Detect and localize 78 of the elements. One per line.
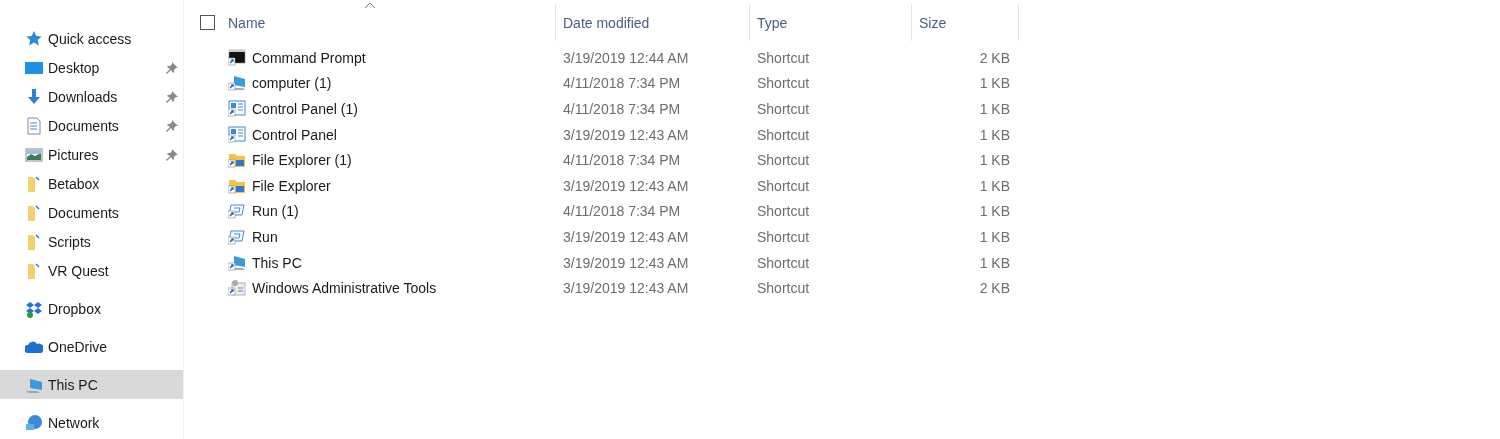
nav-item[interactable]: Pictures xyxy=(0,140,183,169)
type-cell-text: Shortcut xyxy=(756,125,811,145)
console-icon xyxy=(228,48,246,67)
date-cell-text: 3/19/2019 12:43 AM xyxy=(562,176,690,196)
computer-icon xyxy=(228,74,246,93)
pin-icon[interactable] xyxy=(166,90,178,103)
size-cell-text: 1 KB xyxy=(978,202,1011,222)
control-panel-icon xyxy=(228,100,246,118)
file-name[interactable]: Run (1) xyxy=(252,203,299,220)
type-cell-text: Shortcut xyxy=(756,253,811,273)
column-header[interactable]: Date modified xyxy=(555,4,749,41)
type-cell-text: Shortcut xyxy=(756,227,811,247)
computer-icon xyxy=(228,253,246,272)
date-cell-text: 3/19/2019 12:43 AM xyxy=(562,125,690,145)
document-icon xyxy=(25,116,43,135)
date-cell-text: 3/19/2019 12:44 AM xyxy=(562,48,690,68)
download-icon xyxy=(25,87,43,106)
nav-item[interactable]: Documents xyxy=(0,111,183,140)
file-name[interactable]: This PC xyxy=(252,254,302,271)
file-name[interactable]: Control Panel (1) xyxy=(252,101,358,117)
tools-icon xyxy=(228,279,246,298)
type-cell-text: Shortcut xyxy=(756,202,811,222)
file-name[interactable]: computer (1) xyxy=(252,75,332,92)
nav-item[interactable]: Desktop xyxy=(0,53,183,82)
nav-item[interactable]: This PC xyxy=(0,370,183,399)
size-cell-text: 1 KB xyxy=(978,151,1011,171)
nav-item[interactable]: Betabox xyxy=(0,169,183,198)
size-cell-text: 1 KB xyxy=(978,227,1011,247)
folder-icon xyxy=(228,151,246,170)
type-cell-text: Shortcut xyxy=(756,279,811,299)
size-cell-text: 1 KB xyxy=(978,176,1011,196)
size-cell-text: 1 KB xyxy=(978,74,1011,94)
date-cell-text: 3/19/2019 12:43 AM xyxy=(562,279,690,299)
pin-icon[interactable] xyxy=(166,61,178,74)
type-cell-text: Shortcut xyxy=(756,100,811,119)
date-cell-text: 4/11/2018 7:34 PM xyxy=(562,202,682,222)
file-name[interactable]: Control Panel xyxy=(252,126,337,143)
nav-item[interactable]: Quick access xyxy=(0,24,183,53)
nav-item[interactable]: VR Quest xyxy=(0,256,183,285)
dropbox-icon xyxy=(25,299,43,318)
nav-item[interactable]: Downloads xyxy=(0,82,183,111)
network-icon xyxy=(25,413,43,432)
column-header[interactable]: Size xyxy=(911,4,1019,41)
nav-item[interactable]: Documents xyxy=(0,198,183,227)
size-cell-text: 1 KB xyxy=(978,125,1011,145)
file-name[interactable]: Windows Administrative Tools xyxy=(252,280,437,297)
type-cell-text: Shortcut xyxy=(756,48,811,68)
pin-icon[interactable] xyxy=(166,119,178,132)
size-cell-text: 1 KB xyxy=(978,253,1011,273)
column-header[interactable]: Type xyxy=(749,4,911,41)
control-panel-icon xyxy=(228,125,246,144)
file-name[interactable]: File Explorer (1) xyxy=(252,152,352,169)
nav-item[interactable]: OneDrive xyxy=(0,332,183,361)
nav-item[interactable]: Dropbox xyxy=(0,294,183,323)
pin-icon[interactable] xyxy=(166,148,178,161)
type-cell-text: Shortcut xyxy=(756,151,811,171)
date-cell-text: 4/11/2018 7:34 PM xyxy=(562,151,682,171)
type-cell-text: Shortcut xyxy=(756,176,811,196)
file-name[interactable]: Run xyxy=(252,228,278,245)
run-icon xyxy=(228,202,246,221)
type-cell-text: Shortcut xyxy=(756,74,811,94)
size-cell-text: 1 KB xyxy=(978,100,1011,119)
date-cell-text: 4/11/2018 7:34 PM xyxy=(562,100,682,119)
picture-icon xyxy=(25,145,43,164)
size-cell-text: 2 KB xyxy=(978,279,1011,299)
size-cell-text: 2 KB xyxy=(978,48,1011,68)
star-icon xyxy=(25,29,43,48)
nav-item[interactable]: Network xyxy=(0,408,183,437)
nav-item[interactable]: Scripts xyxy=(0,227,183,256)
file-name[interactable]: File Explorer xyxy=(252,177,331,194)
sort-icon[interactable] xyxy=(364,2,376,9)
date-cell-text: 4/11/2018 7:34 PM xyxy=(562,74,682,94)
run-icon xyxy=(228,227,246,246)
date-cell-text: 3/19/2019 12:43 AM xyxy=(562,227,690,247)
column-header[interactable]: Name xyxy=(222,4,555,41)
file-name[interactable]: Command Prompt xyxy=(252,49,366,66)
date-cell-text: 3/19/2019 12:43 AM xyxy=(562,253,690,273)
select-all-checkbox[interactable] xyxy=(200,15,215,30)
